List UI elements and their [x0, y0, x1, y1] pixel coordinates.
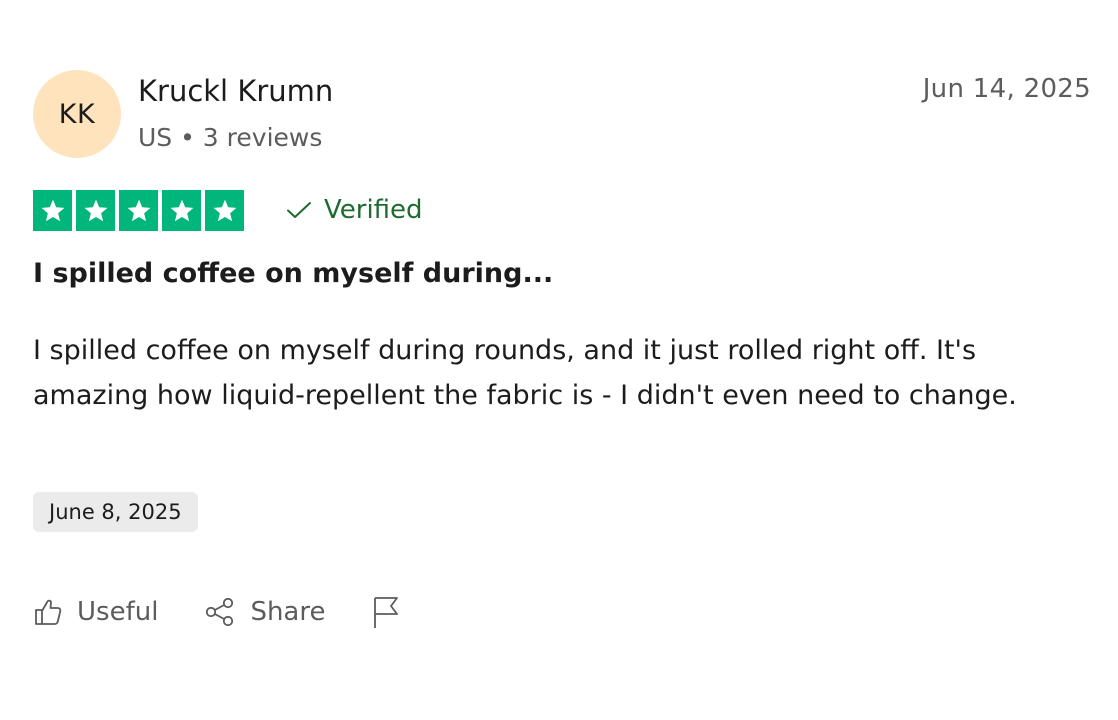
avatar[interactable]: KK [33, 70, 121, 158]
verified-badge[interactable]: Verified [286, 192, 423, 228]
flag-icon [374, 597, 399, 628]
review-card: KK Kruckl Krumn US • 3 reviews Jun 14, 2… [0, 0, 1118, 720]
avatar-initials: KK [58, 98, 96, 130]
review-title[interactable]: I spilled coffee on myself during... [33, 256, 553, 292]
star-icon [33, 190, 72, 231]
experience-date: June 8, 2025 [49, 500, 182, 524]
thumbs-up-icon [35, 599, 62, 625]
star-icon [76, 190, 115, 231]
review-actions: Useful Share [33, 592, 447, 632]
verified-label: Verified [324, 195, 423, 225]
useful-button[interactable]: Useful [33, 597, 158, 627]
review-date: Jun 14, 2025 [922, 74, 1091, 104]
star-icon [205, 190, 244, 231]
share-button[interactable]: Share [204, 597, 325, 627]
star-rating [33, 190, 244, 231]
useful-label: Useful [77, 597, 159, 627]
experience-date-badge: June 8, 2025 [33, 492, 198, 532]
check-icon [287, 202, 311, 218]
star-icon [162, 190, 201, 231]
review-body: I spilled coffee on myself during rounds… [33, 335, 1017, 411]
share-icon [206, 597, 234, 627]
reviewer-meta: US • 3 reviews [138, 123, 323, 152]
report-button[interactable] [371, 595, 401, 629]
share-label: Share [250, 597, 326, 627]
reviewer-name[interactable]: Kruckl Krumn [138, 72, 333, 110]
star-icon [119, 190, 158, 231]
